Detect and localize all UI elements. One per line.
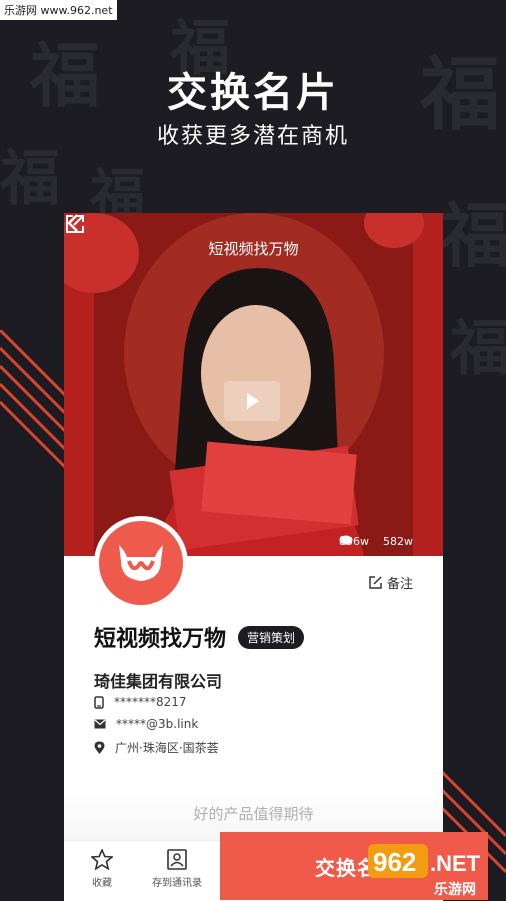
play-icon: [247, 393, 259, 409]
role-tag: 营销策划: [238, 625, 305, 649]
fu-char-decoration: 福: [440, 194, 506, 277]
note-button[interactable]: 备注: [369, 573, 413, 592]
hero-title: 交换名片: [167, 70, 339, 116]
name-row: 短视频找万物 营销策划: [94, 621, 305, 653]
hero-subtitle: 收获更多潜在商机: [156, 124, 349, 149]
save-contacts-button[interactable]: 存到通讯录: [142, 849, 212, 889]
contact-card-icon: [167, 849, 187, 870]
watermark-site: 乐游网: [434, 881, 476, 898]
mail-icon: [94, 719, 106, 729]
contact-name: 短视频找万物: [94, 627, 227, 652]
video-stats: 856w 582w: [339, 535, 413, 548]
ox-logo-icon: [119, 545, 163, 581]
heart-icon: [339, 536, 351, 545]
email-row[interactable]: *****@3b.link: [94, 717, 198, 731]
video-cover[interactable]: 短视频找万物 856w 582w: [64, 213, 443, 556]
favorite-button[interactable]: 收藏: [67, 849, 137, 889]
avatar-logo: [99, 521, 183, 605]
likes-count: 582w: [383, 535, 413, 548]
share-icon[interactable]: [64, 213, 86, 235]
watermark-logo: 962 .NET 乐游网: [368, 844, 481, 898]
phone-row[interactable]: *******8217: [94, 695, 187, 709]
save-contacts-label: 存到通讯录: [152, 878, 202, 889]
note-label: 备注: [386, 577, 413, 592]
company-name: 琦佳集团有限公司: [94, 672, 223, 691]
phone-icon: [94, 695, 104, 709]
email-address: *****@3b.link: [116, 717, 199, 731]
favorite-label: 收藏: [92, 878, 112, 889]
edit-icon: [369, 576, 382, 589]
location-text: 广州·珠海区·国茶荟: [115, 741, 219, 755]
play-button[interactable]: [224, 381, 280, 421]
likes-stat: 582w: [339, 535, 413, 548]
location-row[interactable]: 广州·珠海区·国茶荟: [94, 739, 219, 756]
business-card: 短视频找万物 856w 582w 备注 短视频找万物 营销策划 琦佳集团有限公司…: [64, 213, 443, 900]
card-header-title: 短视频找万物: [208, 240, 299, 258]
avatar: [94, 516, 188, 610]
star-icon: [91, 849, 113, 870]
watermark-net: .NET: [430, 851, 481, 876]
slogan: 好的产品值得期待: [193, 805, 314, 823]
watermark-top: 乐游网 www.962.net: [0, 0, 117, 20]
phone-number: *******8217: [114, 695, 187, 709]
watermark-962: 962: [373, 847, 416, 877]
card-header: 短视频找万物: [64, 213, 443, 283]
location-pin-icon: [94, 741, 105, 754]
